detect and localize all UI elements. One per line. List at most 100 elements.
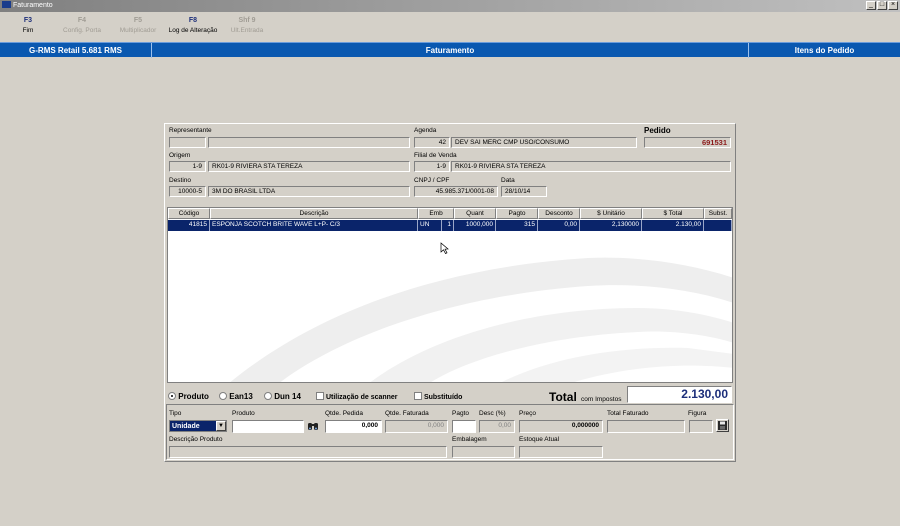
toolbar-f4-config-porta[interactable]: F4 Config. Porta bbox=[56, 17, 108, 34]
minimize-button[interactable]: _ bbox=[866, 1, 876, 10]
toolbar-f8-log-alteracao[interactable]: F8 Log de Alteração bbox=[164, 17, 222, 34]
fkey-label: F3 bbox=[23, 17, 33, 24]
agenda-label: Agenda bbox=[414, 127, 437, 134]
produto-input[interactable] bbox=[232, 420, 304, 433]
app-name: G-RMS Retail 5.681 RMS bbox=[29, 46, 122, 55]
origem-name-field: RK01-9 RIVIERA STA TEREZA bbox=[208, 161, 410, 172]
radio-selected-icon bbox=[168, 392, 176, 400]
total-label: Total bbox=[549, 390, 577, 404]
descricao-produto-field bbox=[169, 446, 447, 458]
descricao-produto-label: Descrição Produto bbox=[169, 436, 223, 443]
filial-name-field: RK01-9 RIVIERA STA TEREZA bbox=[451, 161, 731, 172]
representante-name-field bbox=[208, 137, 410, 148]
cell-subst bbox=[704, 220, 732, 231]
figura-label: Figura bbox=[688, 410, 707, 417]
fkey-caption: Multiplicador bbox=[119, 27, 157, 34]
toolbar-shf9-ult-entrada[interactable]: Shf 9 Ult.Entrada bbox=[224, 17, 270, 34]
estoque-field bbox=[519, 446, 603, 458]
col-unitario-header[interactable]: $ Unitário bbox=[580, 208, 642, 219]
checkbox-icon bbox=[316, 392, 324, 400]
total-sublabel: com Impostos bbox=[581, 396, 622, 403]
radio-ean13[interactable]: Ean13 bbox=[219, 392, 253, 401]
items-grid[interactable]: Código Descrição Emb Quant Pagto Descont… bbox=[167, 207, 733, 383]
mouse-cursor-icon bbox=[440, 242, 449, 254]
fkey-caption: Fim bbox=[22, 27, 34, 34]
chevron-down-icon[interactable]: ▼ bbox=[216, 421, 226, 431]
cell-descricao: ESPONJA SCOTCH BRITE WAVE L+P- C/3 bbox=[210, 220, 418, 231]
cell-emb-qty: 1 bbox=[442, 220, 454, 231]
destino-name-field: 3M DO BRASIL LTDA bbox=[208, 186, 410, 197]
col-pagto-header[interactable]: Pagto bbox=[496, 208, 538, 219]
toolbar-f3-fim[interactable]: F3 Fim bbox=[8, 17, 48, 34]
representante-code-field[interactable] bbox=[169, 137, 206, 148]
qtde-pedida-label: Qtde. Pedida bbox=[325, 410, 363, 417]
cell-emb: UN bbox=[418, 220, 442, 231]
col-desconto-header[interactable]: Desconto bbox=[538, 208, 580, 219]
watermark-logo bbox=[230, 257, 732, 382]
desc-label: Desc (%) bbox=[479, 410, 506, 417]
tipo-select-value: Unidade bbox=[172, 423, 200, 430]
total-faturado-field bbox=[607, 420, 685, 433]
radio-icon bbox=[219, 392, 227, 400]
close-button[interactable]: × bbox=[888, 1, 898, 10]
cell-quant: 1000,000 bbox=[454, 220, 496, 231]
cell-desconto: 0,00 bbox=[538, 220, 580, 231]
search-binoculars-icon[interactable] bbox=[306, 420, 319, 433]
fkey-caption: Log de Alteração bbox=[168, 27, 218, 34]
produto-label: Produto bbox=[232, 410, 255, 417]
radio-dun14-label: Dun 14 bbox=[274, 392, 301, 401]
checkbox-icon bbox=[414, 392, 422, 400]
total-faturado-label: Total Faturado bbox=[607, 410, 649, 417]
filial-label: Filial de Venda bbox=[414, 152, 457, 159]
checkbox-scanner[interactable]: Utilização de scanner bbox=[316, 392, 398, 401]
pagto-input[interactable] bbox=[452, 420, 476, 433]
col-descricao-header[interactable]: Descrição bbox=[210, 208, 418, 219]
estoque-label: Estoque Atual bbox=[519, 436, 560, 443]
radio-produto[interactable]: Produto bbox=[168, 392, 209, 401]
pedido-label: Pedido bbox=[644, 126, 671, 135]
toolbar-f5-multiplicador[interactable]: F5 Multiplicador bbox=[112, 17, 164, 34]
qtde-pedida-input[interactable]: 0,000 bbox=[325, 420, 382, 433]
embalagem-label: Embalagem bbox=[452, 436, 487, 443]
radio-dun14[interactable]: Dun 14 bbox=[264, 392, 301, 401]
save-icon[interactable] bbox=[716, 419, 729, 432]
maximize-button[interactable]: □ bbox=[877, 1, 887, 10]
figura-field bbox=[689, 420, 713, 433]
table-row[interactable]: 41815 ESPONJA SCOTCH BRITE WAVE L+P- C/3… bbox=[168, 220, 732, 231]
preco-label: Preço bbox=[519, 410, 536, 417]
col-quant-header[interactable]: Quant bbox=[454, 208, 496, 219]
col-codigo-header[interactable]: Código bbox=[168, 208, 210, 219]
filial-code-field[interactable]: 1-9 bbox=[414, 161, 450, 172]
pagto-label: Pagto bbox=[452, 410, 469, 417]
origem-code-field[interactable]: 1-9 bbox=[169, 161, 206, 172]
agenda-code-field[interactable]: 42 bbox=[414, 137, 450, 148]
cnpj-label: CNPJ / CPF bbox=[414, 177, 450, 184]
data-label: Data bbox=[501, 177, 515, 184]
checkbox-substituido[interactable]: Substituído bbox=[414, 392, 462, 401]
col-total-header[interactable]: $ Total bbox=[642, 208, 704, 219]
tipo-label: Tipo bbox=[169, 410, 182, 417]
qtde-faturada-label: Qtde. Faturada bbox=[385, 410, 429, 417]
tipo-select[interactable]: Unidade ▼ bbox=[169, 420, 227, 432]
pedido-field: 691531 bbox=[644, 137, 731, 148]
origem-label: Origem bbox=[169, 152, 191, 159]
col-emb-header[interactable]: Emb bbox=[418, 208, 454, 219]
cell-unitario: 2,130000 bbox=[580, 220, 642, 231]
total-value: 2.130,00 bbox=[627, 386, 732, 403]
header-bar: G-RMS Retail 5.681 RMS Faturamento Itens… bbox=[0, 42, 900, 58]
col-subst-header[interactable]: Subst. bbox=[704, 208, 732, 219]
checkbox-substituido-label: Substituído bbox=[423, 394, 463, 401]
destino-label: Destino bbox=[169, 177, 192, 184]
fkey-label: Shf 9 bbox=[238, 17, 256, 24]
cell-codigo: 41815 bbox=[168, 220, 210, 231]
desc-field[interactable]: 0,00 bbox=[479, 420, 515, 433]
fkey-label: F5 bbox=[133, 17, 143, 24]
fkey-label: F8 bbox=[188, 17, 198, 24]
fkey-caption: Ult.Entrada bbox=[230, 27, 264, 34]
app-icon bbox=[2, 1, 11, 8]
radio-ean13-label: Ean13 bbox=[229, 392, 253, 401]
representante-label: Representante bbox=[169, 127, 212, 134]
destino-code-field[interactable]: 10000-5 bbox=[169, 186, 206, 197]
section-title: Itens do Pedido bbox=[748, 43, 900, 58]
cell-total: 2.130,00 bbox=[642, 220, 704, 231]
